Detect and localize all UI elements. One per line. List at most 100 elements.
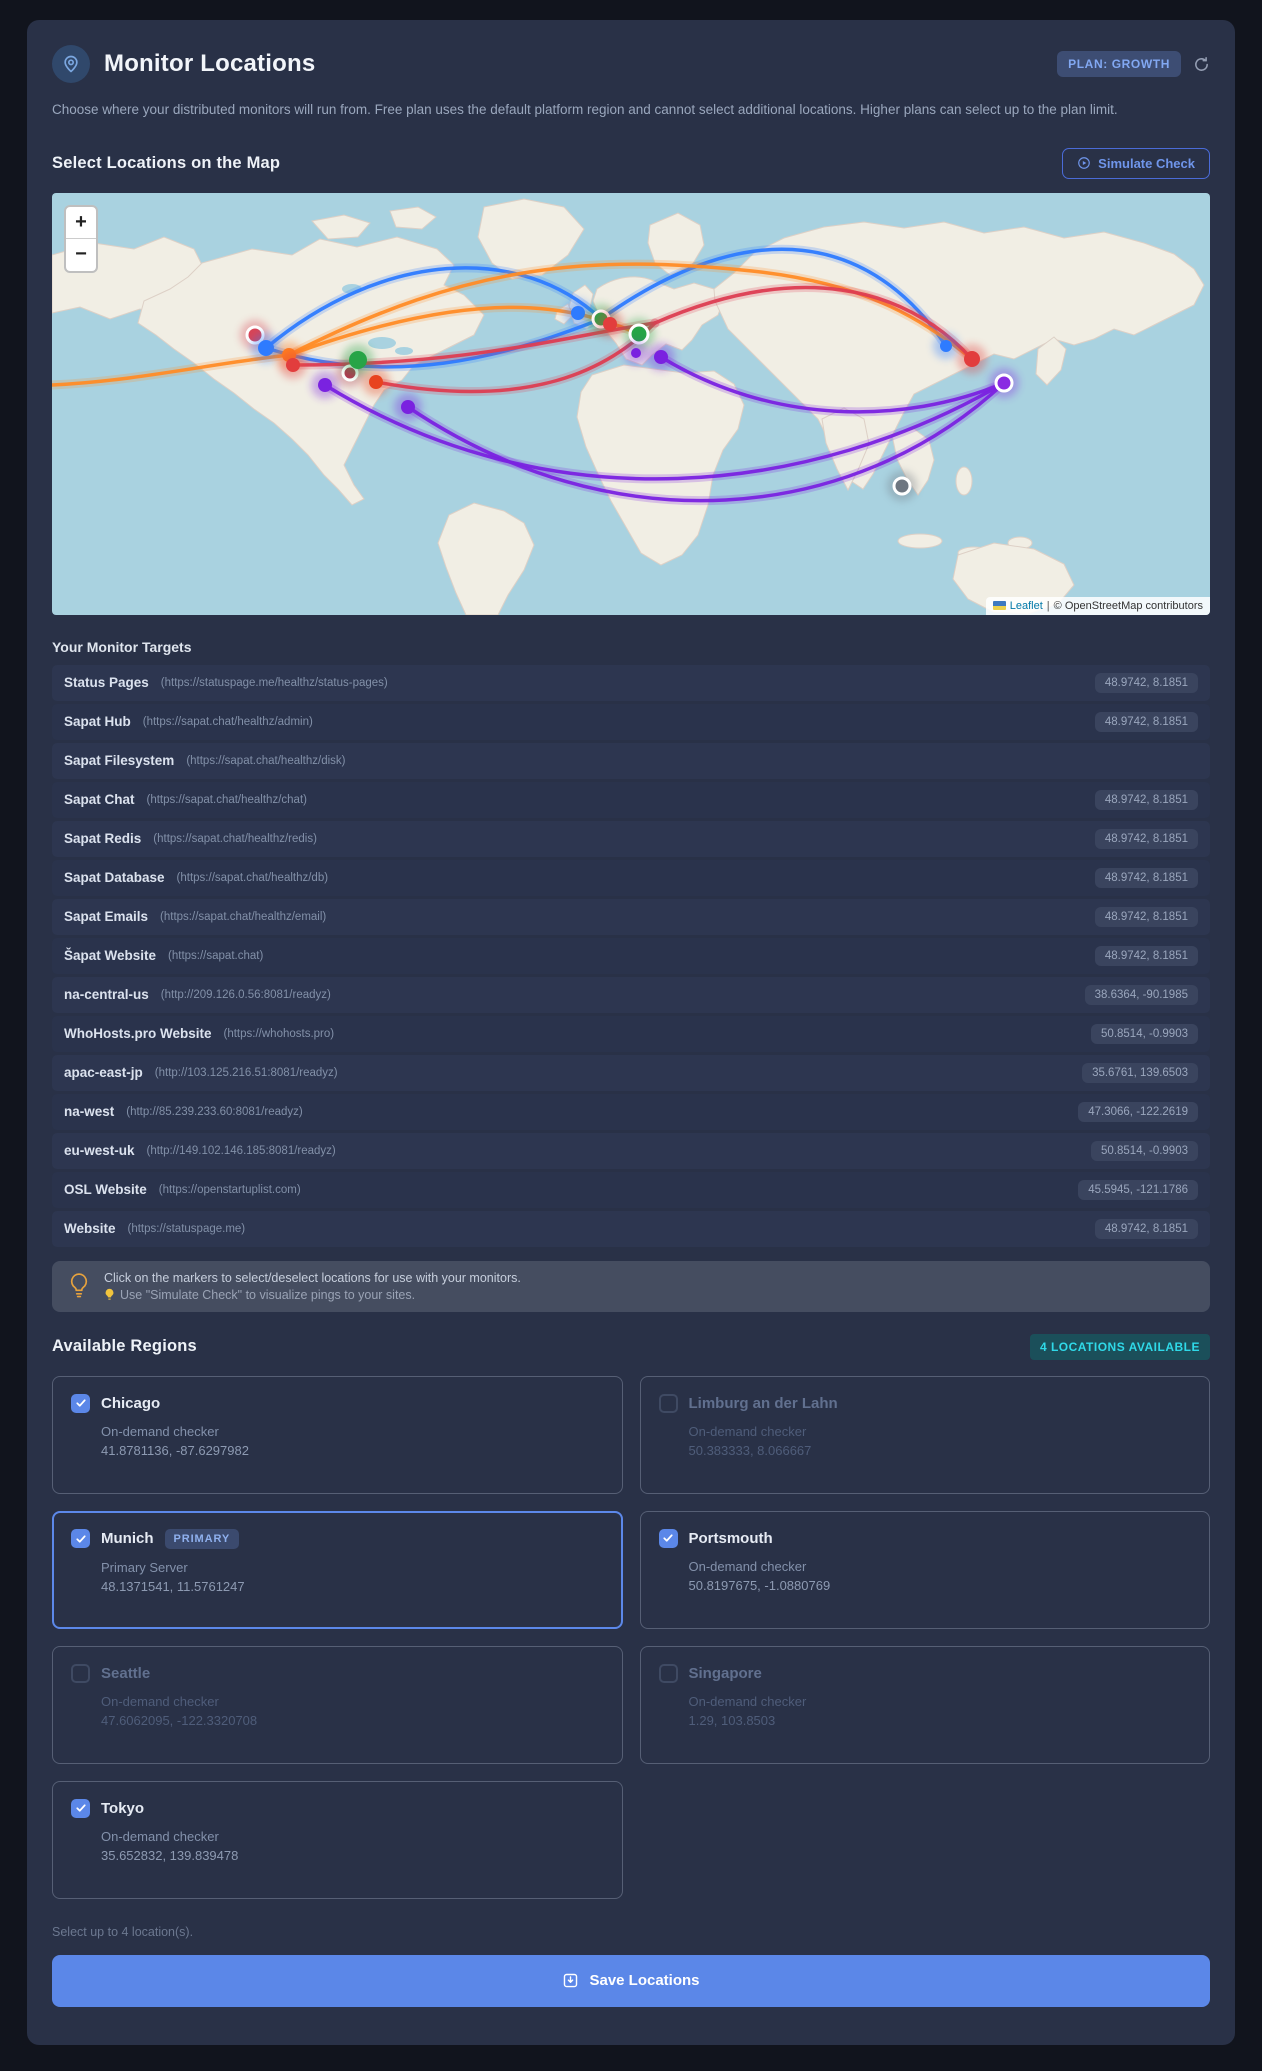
targets-list: Status Pages (https://statuspage.me/heal… [52, 664, 1210, 1247]
region-card[interactable]: Tokyo On-demand checker 35.652832, 139.8… [52, 1780, 623, 1899]
map-marker-korea-blue[interactable] [940, 339, 952, 352]
region-card[interactable]: Seattle On-demand checker 47.6062095, -1… [52, 1645, 623, 1764]
map-marker-balkan-purple[interactable] [654, 349, 668, 364]
region-checkbox[interactable] [658, 1663, 678, 1683]
region-checkbox[interactable] [658, 1528, 678, 1548]
region-coords: 48.1371541, 11.5761247 [101, 1578, 245, 1594]
map-zoom-control: + − [64, 204, 98, 273]
header: Monitor Locations PLAN: GROWTH [52, 45, 1210, 83]
target-row: Website (https://statuspage.me) 48.9742,… [52, 1210, 1210, 1247]
leaflet-link[interactable]: Leaflet [1010, 600, 1043, 612]
region-card[interactable]: Munich PRIMARY Primary Server 48.1371541… [52, 1510, 623, 1629]
region-name: Seattle [101, 1664, 151, 1682]
region-sub: On-demand checker [101, 1828, 219, 1844]
map-marker-uk-west-blue[interactable] [571, 305, 585, 320]
target-row: Sapat Filesystem (https://sapat.chat/hea… [52, 742, 1210, 779]
target-name: OSL Website [64, 1182, 147, 1198]
zoom-out-button[interactable]: − [66, 239, 96, 271]
target-url: (https://statuspage.me/healthz/status-pa… [160, 676, 388, 689]
map-marker-italy-purple[interactable] [631, 347, 641, 358]
target-row: Sapat Hub (https://sapat.chat/healthz/ad… [52, 703, 1210, 740]
region-card[interactable]: Limburg an der Lahn On-demand checker 50… [639, 1375, 1210, 1494]
map-marker-us-central-red[interactable] [369, 374, 383, 389]
target-coords-badge: 48.9742, 8.1851 [1094, 1218, 1198, 1239]
region-checkbox[interactable] [71, 1663, 90, 1683]
zoom-in-button[interactable]: + [66, 207, 96, 239]
monitor-locations-panel: Monitor Locations PLAN: GROWTH Choose wh… [27, 20, 1235, 2045]
locations-available-badge: 4 LOCATIONS AVAILABLE [1029, 1333, 1210, 1360]
target-row: Sapat Chat (https://sapat.chat/healthz/c… [52, 781, 1210, 818]
target-coords-badge: 48.9742, 8.1851 [1094, 672, 1198, 693]
regions-heading: Available Regions [52, 1337, 197, 1356]
target-name: Status Pages [64, 675, 149, 691]
simulate-check-button[interactable]: Simulate Check [1062, 147, 1210, 179]
target-url: (https://sapat.chat/healthz/email) [160, 910, 327, 923]
map-marker-korea-red[interactable] [964, 350, 980, 367]
map-attribution: Leaflet | © OpenStreetMap contributors [985, 596, 1210, 615]
region-card[interactable]: Singapore On-demand checker 1.29, 103.85… [639, 1645, 1210, 1764]
target-coords-badge: 48.9742, 8.1851 [1094, 711, 1198, 732]
tip-box: Click on the markers to select/deselect … [52, 1260, 1210, 1312]
region-checkbox[interactable] [71, 1798, 90, 1818]
target-row: na-central-us (http://209.126.0.56:8081/… [52, 976, 1210, 1013]
region-checkbox[interactable] [71, 1529, 90, 1549]
page-description: Choose where your distributed monitors w… [52, 102, 1118, 117]
world-map[interactable]: + − Leaflet | © OpenStreetMap contributo… [52, 192, 1210, 615]
target-row: WhoHosts.pro Website (https://whohosts.p… [52, 1015, 1210, 1052]
target-coords-badge: 50.8514, -0.9903 [1091, 1140, 1198, 1161]
target-name: Šapat Website [64, 948, 157, 964]
region-card[interactable]: Chicago On-demand checker 41.8781136, -8… [52, 1375, 623, 1494]
target-row: eu-west-uk (http://149.102.146.185:8081/… [52, 1132, 1210, 1169]
target-coords-badge: 48.9742, 8.1851 [1094, 789, 1198, 810]
target-url: (http://85.239.233.60:8081/readyz) [126, 1105, 303, 1118]
region-coords: 35.652832, 139.839478 [101, 1847, 239, 1863]
selection-limit-note: Select up to 4 location(s). [52, 1924, 194, 1939]
target-row: Šapat Website (https://sapat.chat) 48.97… [52, 937, 1210, 974]
target-name: Sapat Database [64, 870, 165, 886]
target-url: (https://sapat.chat) [168, 949, 264, 962]
region-coords: 41.8781136, -87.6297982 [101, 1442, 249, 1458]
target-url: (https://sapat.chat/healthz/chat) [146, 793, 307, 806]
target-name: Sapat Redis [64, 831, 142, 847]
refresh-icon[interactable] [1193, 56, 1210, 73]
region-checkbox[interactable] [658, 1393, 678, 1413]
map-marker-seattle-blue[interactable] [258, 339, 274, 356]
map-marker-us-gulf-purple[interactable] [401, 399, 415, 414]
target-coords-badge: 50.8514, -0.9903 [1091, 1023, 1198, 1044]
location-pin-icon [52, 45, 90, 83]
map-marker-chicago-green[interactable] [349, 350, 367, 369]
target-name: Sapat Filesystem [64, 753, 175, 769]
target-name: WhoHosts.pro Website [64, 1026, 212, 1042]
target-coords-badge: 45.5945, -121.1786 [1078, 1179, 1198, 1200]
small-bulb-icon [105, 1288, 114, 1300]
map-marker-uk-red[interactable] [603, 316, 617, 331]
target-row: apac-east-jp (http://103.125.216.51:8081… [52, 1054, 1210, 1091]
region-sub: On-demand checker [101, 1423, 219, 1439]
plan-badge: PLAN: GROWTH [1057, 51, 1181, 77]
target-row: Sapat Emails (https://sapat.chat/healthz… [52, 898, 1210, 935]
target-name: apac-east-jp [64, 1065, 143, 1081]
target-url: (https://statuspage.me) [127, 1222, 246, 1235]
region-card[interactable]: Portsmouth On-demand checker 50.8197675,… [639, 1510, 1210, 1629]
target-url: (https://sapat.chat/healthz/db) [176, 871, 329, 884]
map-marker-tokyo-purple-ring[interactable] [994, 373, 1014, 393]
lightbulb-icon [70, 1273, 88, 1298]
target-coords-badge: 48.9742, 8.1851 [1094, 906, 1198, 927]
map-marker-us-west-red[interactable] [286, 357, 300, 372]
target-row: Sapat Database (https://sapat.chat/healt… [52, 859, 1210, 896]
target-coords-badge: 48.9742, 8.1851 [1094, 867, 1198, 888]
region-coords: 1.29, 103.8503 [688, 1712, 776, 1728]
region-checkbox[interactable] [71, 1393, 90, 1413]
tip-line-1: Click on the markers to select/deselect … [104, 1270, 521, 1285]
save-locations-button[interactable]: Save Locations [52, 1954, 1210, 2007]
target-coords-badge: 48.9742, 8.1851 [1094, 828, 1198, 849]
target-name: Sapat Hub [64, 714, 131, 730]
target-name: Website [64, 1221, 116, 1237]
map-marker-us-purple[interactable] [318, 377, 332, 392]
region-name: Chicago [101, 1394, 161, 1412]
map-marker-singapore-gray-ring[interactable] [892, 476, 912, 496]
map-marker-munich-green-ring[interactable] [628, 323, 650, 345]
target-coords-badge: 48.9742, 8.1851 [1094, 945, 1198, 966]
region-name: Singapore [688, 1664, 762, 1682]
play-circle-icon [1078, 157, 1091, 170]
